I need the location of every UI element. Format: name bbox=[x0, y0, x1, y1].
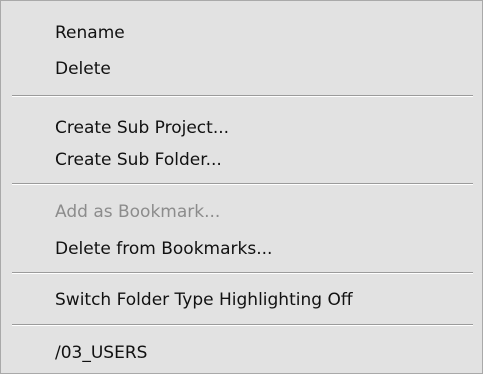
menu-item-rename[interactable]: Rename bbox=[55, 18, 472, 48]
menu-separator bbox=[12, 95, 473, 97]
menu-item-delete-from-bookmarks[interactable]: Delete from Bookmarks... bbox=[55, 234, 472, 264]
menu-item-path-03-users[interactable]: /03_USERS bbox=[55, 338, 472, 368]
context-menu: Rename Delete Create Sub Project... Crea… bbox=[0, 0, 483, 374]
menu-item-delete[interactable]: Delete bbox=[55, 54, 472, 84]
menu-item-switch-folder-type-highlighting[interactable]: Switch Folder Type Highlighting Off bbox=[55, 285, 472, 315]
menu-separator bbox=[12, 324, 473, 326]
menu-item-create-sub-project[interactable]: Create Sub Project... bbox=[55, 113, 472, 143]
menu-separator bbox=[12, 272, 473, 274]
menu-separator bbox=[12, 183, 473, 185]
menu-item-add-as-bookmark: Add as Bookmark... bbox=[55, 202, 221, 222]
menu-item-create-sub-folder[interactable]: Create Sub Folder... bbox=[55, 145, 472, 175]
